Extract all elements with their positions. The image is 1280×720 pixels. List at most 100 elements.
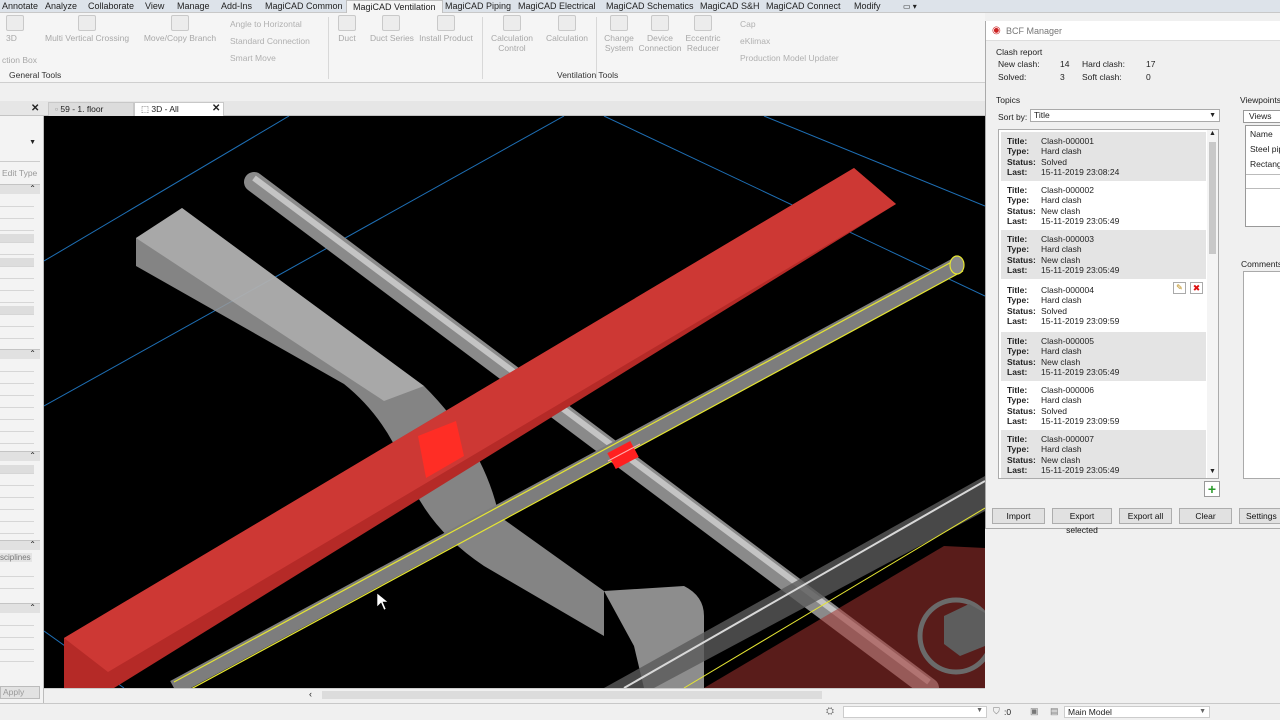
properties-section[interactable]: ⌃ <box>0 349 40 359</box>
scroll-left-icon[interactable]: ‹ <box>309 689 312 699</box>
scrollbar-thumb[interactable] <box>1209 142 1216 254</box>
horizontal-scrollbar[interactable]: ‹ <box>44 688 985 701</box>
property-row[interactable] <box>0 270 34 279</box>
vp-row[interactable]: Steel pip <box>1250 144 1280 154</box>
tab-3d-all[interactable]: ⬚ 3D - All <box>134 102 224 116</box>
worksets-icon[interactable]: ⛭ <box>826 706 834 717</box>
tab-magicad-schematics[interactable]: MagiCAD Schematics <box>606 0 694 13</box>
topic-list-scrollbar[interactable]: ▲ ▼ <box>1207 130 1218 478</box>
property-row[interactable] <box>0 617 34 626</box>
workset-dropdown[interactable]: ▼ <box>843 706 987 718</box>
duct-button[interactable]: Duct <box>335 15 359 43</box>
property-row[interactable] <box>0 501 34 510</box>
property-row[interactable] <box>0 363 34 372</box>
close-properties-icon[interactable]: ✕ <box>31 104 39 114</box>
close-tab-icon[interactable]: ✕ <box>212 104 220 114</box>
list-item[interactable]: Title: Clash-000004 Type: Hard clash Statu… <box>1001 281 1206 330</box>
properties-section[interactable]: ⌃ <box>0 603 40 613</box>
comments-box[interactable] <box>1243 271 1280 479</box>
edit-type-button[interactable]: Edit Type <box>2 168 37 178</box>
add-topic-plus-icon[interactable]: + <box>1204 481 1220 497</box>
property-row[interactable] <box>0 641 34 650</box>
sort-by-select[interactable]: Title ▼ <box>1030 109 1220 122</box>
property-row[interactable] <box>0 653 34 662</box>
export-all-button[interactable]: Export all <box>1119 508 1172 524</box>
production-model-updater-button[interactable]: Production Model Updater <box>740 53 839 63</box>
standard-connection-button[interactable]: Standard Connection <box>230 36 310 46</box>
list-item[interactable]: Title: Clash-000002 Type: Hard clash Statu… <box>1001 181 1206 230</box>
tab-magicad-connect[interactable]: MagiCAD Connect <box>766 0 841 13</box>
settings-button[interactable]: Settings <box>1239 508 1280 524</box>
type-selector[interactable]: ▼ <box>0 120 40 162</box>
filter-icon[interactable]: ⛉ <box>993 706 1000 717</box>
property-row[interactable] <box>0 234 34 243</box>
property-row[interactable] <box>0 477 34 486</box>
property-row[interactable] <box>0 294 34 303</box>
property-row[interactable] <box>0 306 34 315</box>
3d-model-drawing[interactable] <box>44 116 985 688</box>
tab-magicad-common[interactable]: MagiCAD Common <box>265 0 343 13</box>
delete-x-icon[interactable]: ✖ <box>1190 282 1203 294</box>
move-copy-branch-button[interactable]: Move/Copy Branch <box>143 15 217 43</box>
views-tab[interactable]: Views <box>1243 110 1280 123</box>
smart-move-button[interactable]: Smart Move <box>230 53 276 63</box>
design-options-icon[interactable]: ▤ <box>1050 706 1059 717</box>
apply-button[interactable]: Apply <box>0 686 40 699</box>
property-row[interactable] <box>0 198 34 207</box>
edit-pencil-icon[interactable]: ✎ <box>1173 282 1186 294</box>
section-box-button[interactable]: 3D ction Box <box>2 15 37 65</box>
property-row[interactable] <box>0 258 34 267</box>
tab-view[interactable]: View <box>145 0 164 13</box>
tab-modify[interactable]: Modify <box>854 0 881 13</box>
property-row[interactable] <box>0 387 34 396</box>
property-row[interactable] <box>0 568 34 577</box>
import-button[interactable]: Import <box>992 508 1045 524</box>
property-row[interactable] <box>0 330 34 339</box>
property-row[interactable] <box>0 513 34 522</box>
tab-magicad-electrical[interactable]: MagiCAD Electrical <box>518 0 596 13</box>
tab-magicad-piping[interactable]: MagiCAD Piping <box>445 0 511 13</box>
property-row[interactable] <box>0 580 34 589</box>
cap-button[interactable]: Cap <box>740 19 756 29</box>
property-row[interactable] <box>0 411 34 420</box>
vp-row[interactable]: Rectang <box>1250 159 1280 169</box>
clear-button[interactable]: Clear <box>1179 508 1232 524</box>
editable-only-icon[interactable]: ▣ <box>1030 706 1039 717</box>
property-row[interactable] <box>0 375 34 384</box>
multi-vertical-crossing-button[interactable]: Multi Vertical Crossing <box>45 15 129 43</box>
duct-series-button[interactable]: Duct Series <box>370 15 414 43</box>
calculation-button[interactable]: Calculation <box>544 15 590 43</box>
properties-section[interactable]: ⌃ <box>0 540 40 550</box>
calculation-control-button[interactable]: Calculation Control <box>489 15 535 53</box>
eccentric-reducer-button[interactable]: Eccentric Reducer <box>683 15 723 53</box>
property-row[interactable] <box>0 435 34 444</box>
property-row[interactable] <box>0 318 34 327</box>
property-row[interactable] <box>0 423 34 432</box>
tab-59-1-floor[interactable]: ▫ 59 - 1. floor <box>48 102 134 116</box>
tab-annotate[interactable]: Annotate <box>2 0 38 13</box>
list-item[interactable]: Title: Clash-000007 Type: Hard clash Statu… <box>1001 430 1206 478</box>
tab-magicad-ventilation[interactable]: MagiCAD Ventilation <box>346 0 443 13</box>
property-row[interactable] <box>0 629 34 638</box>
3d-viewport[interactable] <box>44 116 985 688</box>
scroll-up-icon[interactable]: ▲ <box>1209 130 1216 137</box>
property-row[interactable] <box>0 489 34 498</box>
properties-section[interactable]: ⌃ <box>0 184 40 194</box>
tab-manage[interactable]: Manage <box>177 0 210 13</box>
export-selected-button[interactable]: Export selected <box>1052 508 1112 535</box>
angle-to-horizontal-button[interactable]: Angle to Horizontal <box>230 19 302 29</box>
tab-analyze[interactable]: Analyze <box>45 0 77 13</box>
property-row[interactable] <box>0 246 34 255</box>
property-row[interactable] <box>0 210 34 219</box>
property-row[interactable] <box>0 222 34 231</box>
property-row[interactable] <box>0 525 34 534</box>
device-connection-button[interactable]: Device Connection <box>637 15 683 53</box>
install-product-button[interactable]: Install Product <box>418 15 474 43</box>
ribbon-options-icon[interactable]: ▭ ▾ <box>903 0 917 13</box>
list-item[interactable]: Title: Clash-000001 Type: Hard clash Statu… <box>1001 132 1206 181</box>
list-item[interactable]: Title: Clash-000006 Type: Hard clash Statu… <box>1001 381 1206 430</box>
list-item[interactable]: Title: Clash-000005 Type: Hard clash Statu… <box>1001 332 1206 381</box>
change-system-button[interactable]: Change System <box>600 15 638 53</box>
scrollbar-thumb[interactable] <box>322 691 822 699</box>
design-option-dropdown[interactable]: Main Model ▼ <box>1064 706 1210 718</box>
